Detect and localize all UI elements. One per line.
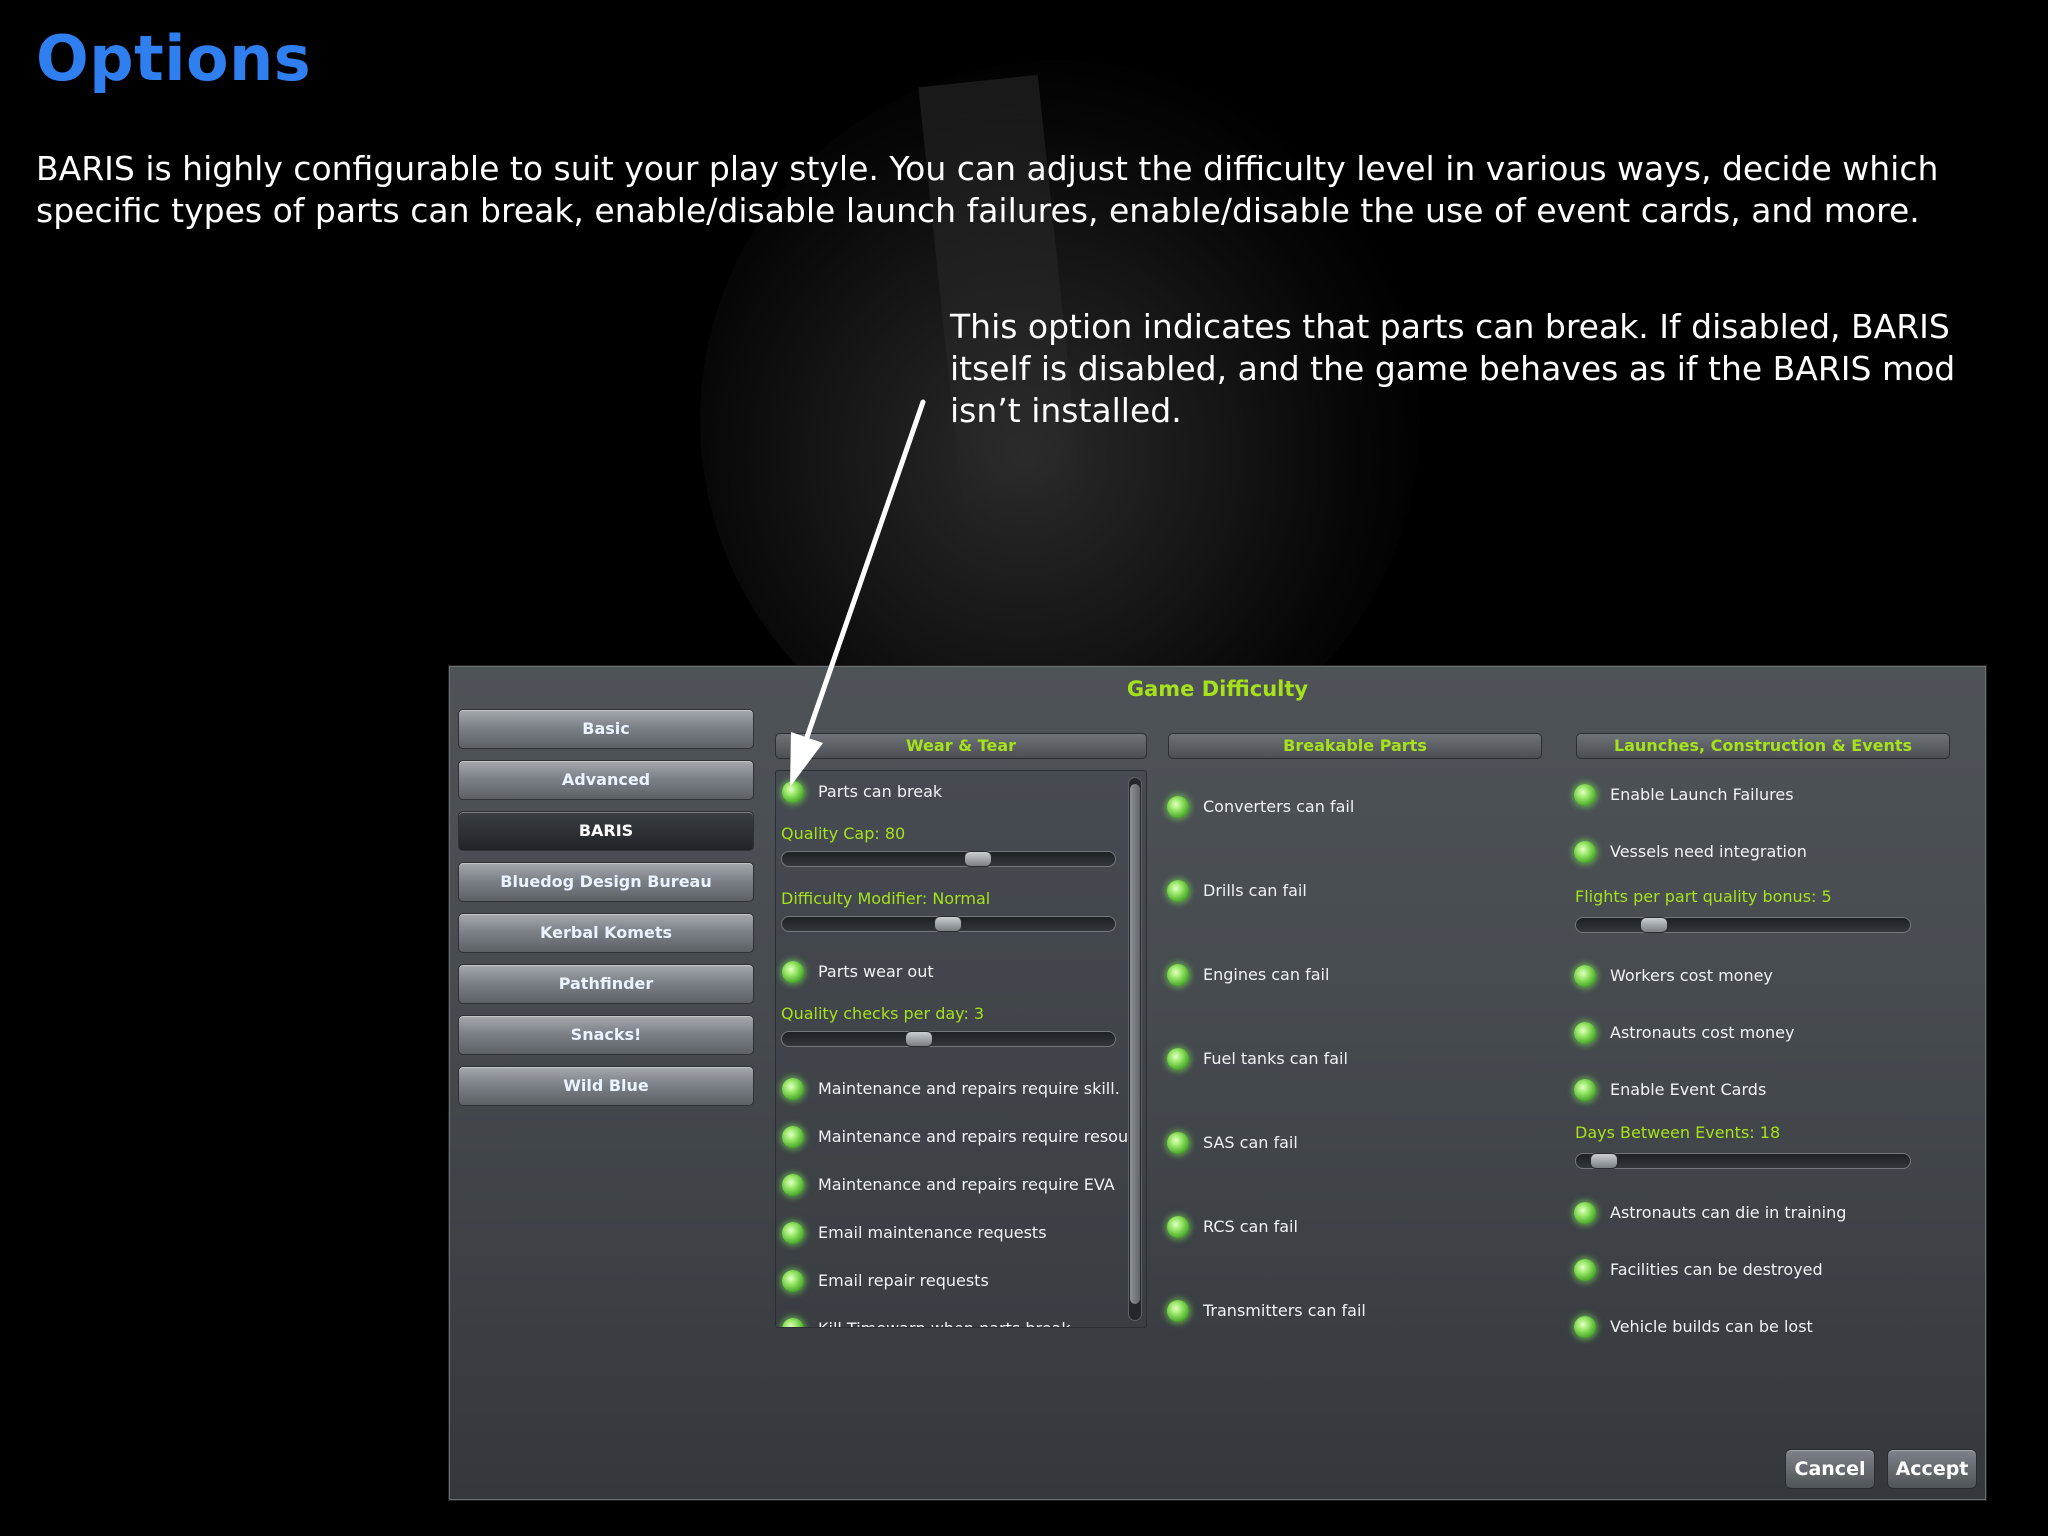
green-led-toggle-icon (782, 1126, 804, 1148)
green-led-toggle-icon (782, 1270, 804, 1292)
tab-pathfinder[interactable]: Pathfinder (458, 964, 754, 1004)
quality-checks-slider[interactable] (781, 1031, 1116, 1047)
green-led-toggle-icon (782, 1222, 804, 1244)
green-led-toggle-icon (1167, 1132, 1189, 1154)
tab-snacks[interactable]: Snacks! (458, 1015, 754, 1055)
toggle-label: Workers cost money (1610, 966, 1773, 985)
green-led-toggle-icon (1574, 965, 1596, 987)
toggle-label: Kill Timewarp when parts break (818, 1318, 1071, 1327)
green-led-toggle-icon (782, 1174, 804, 1196)
slider-handle[interactable] (964, 851, 992, 867)
launches-events-header: Launches, Construction & Events (1576, 733, 1950, 759)
slider-handle[interactable] (934, 916, 962, 932)
green-led-toggle-icon (1574, 841, 1596, 863)
green-led-toggle-icon (1574, 1202, 1596, 1224)
dialog-title: Game Difficulty (1126, 677, 1309, 701)
green-led-toggle-icon (782, 1078, 804, 1100)
days-between-events-slider[interactable] (1575, 1153, 1911, 1169)
page-title: Options (36, 22, 312, 95)
toggle-label: Drills can fail (1203, 881, 1307, 900)
green-led-toggle-icon (782, 1318, 804, 1327)
tab-bluedog-design-bureau[interactable]: Bluedog Design Bureau (458, 862, 754, 902)
tab-kerbal-komets[interactable]: Kerbal Komets (458, 913, 754, 953)
toggle-label: Maintenance and repairs require EVA (818, 1175, 1115, 1194)
green-led-toggle-icon (1167, 1048, 1189, 1070)
difficulty-modifier-slider[interactable] (781, 916, 1116, 932)
toggle-label: Astronauts cost money (1610, 1023, 1795, 1042)
breakable-parts-header: Breakable Parts (1168, 733, 1542, 759)
green-led-toggle-icon (1167, 796, 1189, 818)
accept-button[interactable]: Accept (1887, 1449, 1977, 1489)
green-led-toggle-icon (1574, 1259, 1596, 1281)
slider-handle[interactable] (905, 1031, 933, 1047)
tab-wild-blue[interactable]: Wild Blue (458, 1066, 754, 1106)
quality-cap-slider[interactable] (781, 851, 1116, 867)
wear-tear-scrollbar[interactable] (1128, 777, 1142, 1321)
intro-paragraph: BARIS is highly configurable to suit you… (36, 149, 1939, 230)
quality-checks-label: Quality checks per day: 3 (781, 1004, 985, 1023)
green-led-toggle-icon (1167, 964, 1189, 986)
toggle-label: Parts wear out (818, 962, 934, 981)
toggle-label: Vessels need integration (1610, 842, 1807, 861)
toggle-label: Engines can fail (1203, 965, 1330, 984)
slider-handle[interactable] (1640, 917, 1668, 933)
green-led-toggle-icon (1574, 784, 1596, 806)
toggle-label: Fuel tanks can fail (1203, 1049, 1348, 1068)
flights-bonus-label: Flights per part quality bonus: 5 (1575, 887, 1832, 906)
tab-basic[interactable]: Basic (458, 709, 754, 749)
green-led-toggle-icon (1574, 1079, 1596, 1101)
wear-tear-scroll-panel: Parts can break Quality Cap: 80 Difficul… (775, 770, 1147, 1328)
game-difficulty-dialog: Game Difficulty Basic Advanced BARIS Blu… (449, 666, 1986, 1500)
cancel-button[interactable]: Cancel (1785, 1449, 1875, 1489)
tab-baris[interactable]: BARIS (458, 811, 754, 851)
green-led-toggle-icon (1574, 1316, 1596, 1338)
toggle-label: Converters can fail (1203, 797, 1355, 816)
green-led-toggle-icon (1574, 1022, 1596, 1044)
slider-handle[interactable] (1590, 1153, 1618, 1169)
toggle-label: Email repair requests (818, 1271, 989, 1290)
green-led-toggle-icon (1167, 1216, 1189, 1238)
scrollbar-thumb[interactable] (1130, 784, 1140, 1304)
green-led-toggle-icon (1167, 1300, 1189, 1322)
toggle-label: Transmitters can fail (1203, 1301, 1366, 1320)
toggle-label: Email maintenance requests (818, 1223, 1047, 1242)
green-led-toggle-icon (782, 961, 804, 983)
callout-text: This option indicates that parts can bre… (950, 307, 1956, 430)
flights-bonus-slider[interactable] (1575, 917, 1911, 933)
tab-advanced[interactable]: Advanced (458, 760, 754, 800)
quality-cap-label: Quality Cap: 80 (781, 824, 906, 843)
green-led-toggle-icon (782, 781, 804, 803)
toggle-label: Maintenance and repairs require resou (818, 1127, 1129, 1146)
wear-tear-header: Wear & Tear (775, 733, 1147, 759)
toggle-label: Enable Event Cards (1610, 1080, 1767, 1099)
difficulty-modifier-label: Difficulty Modifier: Normal (781, 889, 991, 908)
toggle-label: Vehicle builds can be lost (1610, 1317, 1813, 1336)
toggle-label: Astronauts can die in training (1610, 1203, 1847, 1222)
toggle-label: SAS can fail (1203, 1133, 1298, 1152)
toggle-label: Maintenance and repairs require skill. (818, 1079, 1120, 1098)
toggle-label: Parts can break (818, 782, 943, 801)
toggle-label: RCS can fail (1203, 1217, 1298, 1236)
toggle-label: Facilities can be destroyed (1610, 1260, 1823, 1279)
green-led-toggle-icon (1167, 880, 1189, 902)
toggle-label: Enable Launch Failures (1610, 785, 1794, 804)
days-between-events-label: Days Between Events: 18 (1575, 1123, 1781, 1142)
